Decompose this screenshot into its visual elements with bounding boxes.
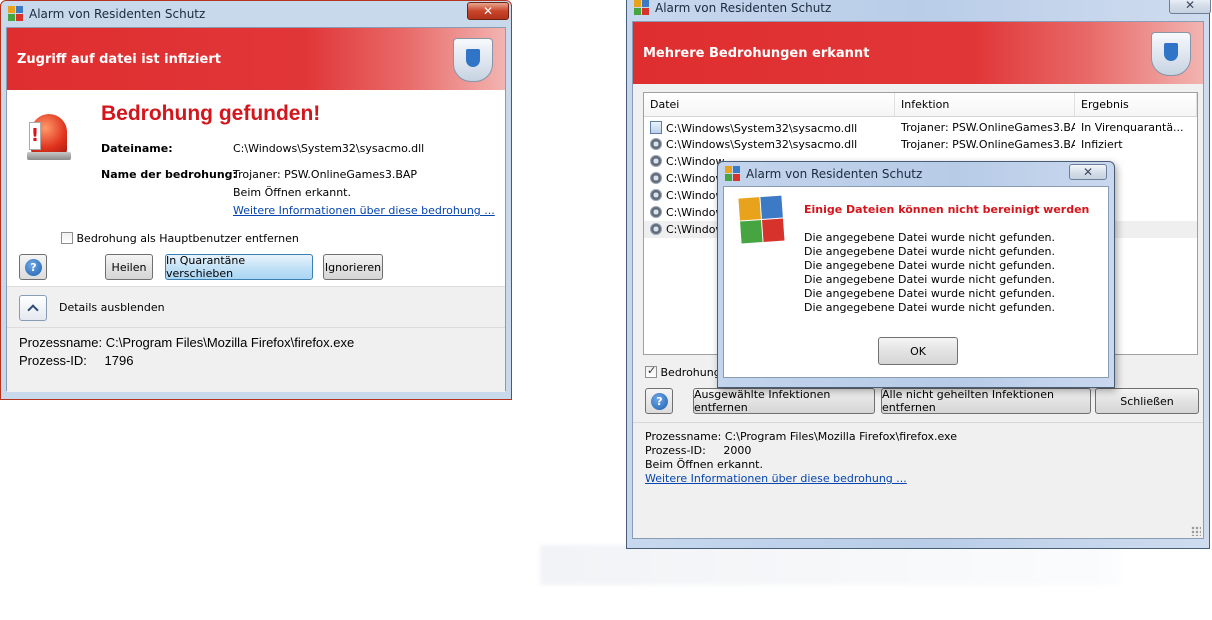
gear-icon [650, 138, 662, 150]
remove-as-admin-checkbox-row[interactable]: Bedrohung als Hauptbenutzer entfernen [61, 232, 299, 245]
resize-grip[interactable] [1191, 526, 1201, 536]
row-infection: Trojaner: PSW.OnlineGames3.BAP [901, 138, 1075, 151]
table-row[interactable]: C:\Windows\System32\sysacmo.dll Trojaner… [644, 119, 1197, 136]
window-1-client: Zugriff auf datei ist infiziert ! Bedroh… [6, 27, 506, 392]
detected-on-text: Beim Öffnen erkannt. [233, 186, 351, 199]
column-header-result[interactable]: Ergebnis [1075, 93, 1197, 116]
help-icon: ? [651, 393, 668, 410]
alert-header-text: Mehrere Bedrohungen erkannt [643, 45, 870, 61]
avg-logo-icon [725, 166, 741, 182]
gear-icon [650, 155, 662, 167]
row-file: C:\Window [666, 172, 725, 185]
dialog-client: Einige Dateien können nicht bereinigt we… [723, 186, 1109, 378]
process-id-label: Prozess-ID: [645, 444, 706, 457]
close-button[interactable]: ✕ [467, 2, 509, 20]
chevron-up-icon [27, 304, 39, 316]
process-id-value: 2000 [723, 444, 752, 457]
remove-as-admin-label: Bedrohung als Hauptbenutzer entfernen [76, 232, 299, 245]
row-file: C:\Window [666, 155, 725, 168]
ignore-button[interactable]: Ignorieren [323, 254, 383, 280]
column-header-file[interactable]: Datei [644, 93, 895, 116]
window-1-titlebar[interactable]: Alarm von Residenten Schutz ✕ [6, 1, 509, 27]
filename-value: C:\Windows\System32\sysacmo.dll [233, 142, 425, 155]
message-line: Die angegebene Datei wurde nicht gefunde… [804, 245, 1056, 258]
remove-as-admin-checkbox[interactable] [61, 232, 73, 244]
threatname-value: Trojaner: PSW.OnlineGames3.BAP [233, 168, 418, 181]
row-file: C:\Window [666, 206, 725, 219]
message-line: Die angegebene Datei wurde nicht gefunde… [804, 231, 1056, 244]
dialog-titlebar[interactable]: Alarm von Residenten Schutz ✕ [723, 162, 1109, 186]
dialog-close-button[interactable]: ✕ [1069, 164, 1107, 180]
message-line: Die angegebene Datei wurde nicht gefunde… [804, 259, 1056, 272]
filename-label: Dateiname: [101, 142, 173, 155]
threatname-label: Name der bedrohung: [101, 168, 237, 181]
window-2-titlebar[interactable]: Alarm von Residenten Schutz ✕ [632, 0, 1211, 21]
gear-icon [650, 223, 662, 235]
detected-on-text: Beim Öffnen erkannt. [645, 458, 763, 471]
toggle-details-label: Details ausblenden [59, 301, 165, 314]
more-info-link[interactable]: Weitere Informationen über diese bedrohu… [233, 204, 495, 217]
gear-icon [650, 172, 662, 184]
shield-cursor-icon [453, 38, 493, 82]
row-file: C:\Windows\System32\sysacmo.dll [666, 138, 858, 151]
help-icon: ? [25, 259, 42, 276]
dialog-heading: Einige Dateien können nicht bereinigt we… [804, 203, 1090, 216]
row-file: C:\Window [666, 223, 725, 236]
background-artifact [540, 545, 1120, 585]
remove-unhealed-button[interactable]: Alle nicht geheilten Infektionen entfern… [881, 388, 1091, 414]
shield-cursor-icon [1151, 32, 1191, 76]
process-name-value: C:\Program Files\Mozilla Firefox\firefox… [724, 430, 957, 443]
process-info: Prozessname: C:\Program Files\Mozilla Fi… [645, 430, 957, 486]
process-name-value: C:\Program Files\Mozilla Firefox\firefox… [105, 335, 355, 350]
alert-header-text: Zugriff auf datei ist infiziert [17, 51, 221, 67]
process-id-row: Prozess-ID: 2000 [645, 444, 957, 458]
row-result: Infiziert [1081, 138, 1123, 151]
row-result: In Virenquarantä... [1081, 121, 1184, 134]
process-id-row: Prozess-ID: 1796 [19, 353, 133, 368]
dialog-title: Alarm von Residenten Schutz [746, 167, 923, 181]
gear-icon [650, 189, 662, 201]
message-line: Die angegebene Datei wurde nicht gefunde… [804, 273, 1056, 286]
threat-title: Bedrohung gefunden! [101, 102, 321, 125]
table-row[interactable]: C:\Windows\System32\sysacmo.dll Trojaner… [644, 136, 1197, 153]
process-id-label: Prozess-ID: [19, 353, 87, 368]
row-infection: Trojaner: PSW.OnlineGames3.BAP [901, 121, 1075, 134]
window-title: Alarm von Residenten Schutz [29, 7, 206, 21]
more-info-link[interactable]: Weitere Informationen über diese bedrohu… [645, 472, 957, 486]
remove-as-admin-checkbox[interactable] [645, 364, 657, 378]
close-button[interactable]: ✕ [1169, 0, 1211, 14]
help-button[interactable]: ? [19, 254, 47, 280]
toggle-details-button[interactable] [19, 295, 47, 321]
file-icon [650, 120, 662, 134]
process-name-row: Prozessname: C:\Program Files\Mozilla Fi… [645, 430, 957, 444]
cleanup-error-dialog: Alarm von Residenten Schutz ✕ Einige Dat… [717, 161, 1115, 388]
alarm-siren-icon: ! [27, 108, 71, 162]
dialog-messages: Die angegebene Datei wurde nicht gefunde… [804, 231, 1055, 315]
heal-button[interactable]: Heilen [105, 254, 153, 280]
process-name-label: Prozessname: [645, 430, 722, 443]
help-button[interactable]: ? [645, 388, 673, 414]
message-line: Die angegebene Datei wurde nicht gefunde… [804, 301, 1056, 314]
gear-icon [650, 206, 662, 218]
alert-window-1: Alarm von Residenten Schutz ✕ Zugriff au… [0, 0, 512, 400]
ok-button[interactable]: OK [878, 337, 958, 365]
alert-header: Mehrere Bedrohungen erkannt [633, 22, 1203, 84]
close-dialog-button[interactable]: Schließen [1095, 388, 1199, 414]
process-name-label: Prozessname: [19, 335, 103, 350]
message-line: Die angegebene Datei wurde nicht gefunde… [804, 287, 1056, 300]
move-to-quarantine-button[interactable]: In Quarantäne verschieben [165, 254, 313, 280]
process-id-value: 1796 [104, 353, 134, 368]
avg-logo-icon [634, 0, 650, 16]
remove-selected-button[interactable]: Ausgewählte Infektionen entfernen [693, 388, 875, 414]
alert-header: Zugriff auf datei ist infiziert [7, 28, 505, 90]
details-panel: Details ausblenden Prozessname: C:\Progr… [7, 286, 505, 392]
avg-logo-icon [8, 6, 24, 22]
window-title: Alarm von Residenten Schutz [655, 1, 832, 15]
infections-list-header: Datei Infektion Ergebnis [644, 93, 1197, 117]
row-file: C:\Windows\System32\sysacmo.dll [666, 121, 858, 135]
avg-logo-large-icon [738, 195, 785, 245]
process-name-row: Prozessname: C:\Program Files\Mozilla Fi… [19, 335, 354, 350]
row-file: C:\Window [666, 189, 725, 202]
column-header-infection[interactable]: Infektion [895, 93, 1075, 116]
